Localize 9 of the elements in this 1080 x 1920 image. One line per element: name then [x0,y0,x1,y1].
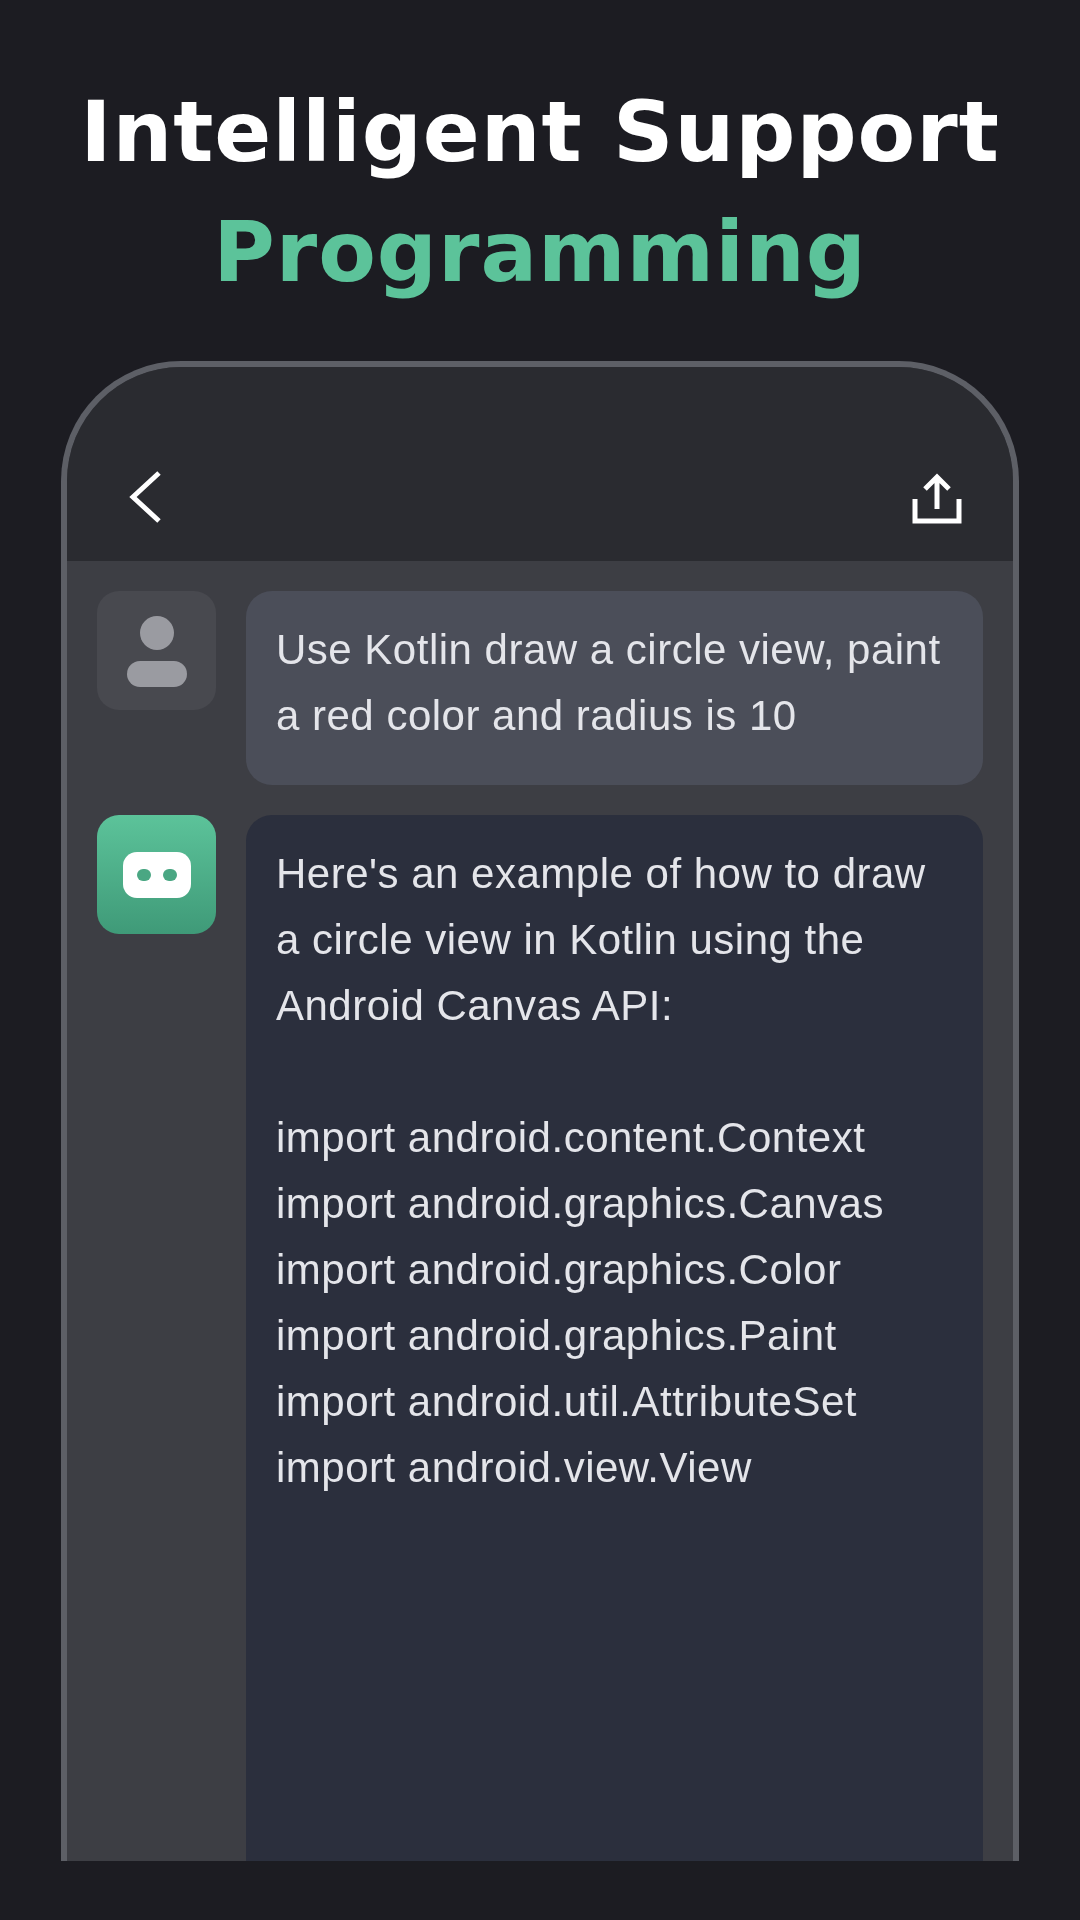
message-text: Here's an example of how to draw a circle view in Kotlin using the Android Canvas API: [276,849,927,1031]
message-text: import android.content.Context import android.graphics.Canvas import android.graphics.Color import android.graphics.Paint import android.util.AttributeSet import android.view.View [276,1113,885,1493]
share-icon[interactable] [911,473,963,525]
robot-face-icon [120,849,193,900]
message-text: Use Kotlin draw a circle view, paint a red color and radius is 10 [276,625,942,741]
back-icon[interactable] [127,469,163,525]
headline-subtitle: Programming [213,202,867,303]
headline-title: Intelligent Support [80,82,1000,183]
person-icon [125,614,188,687]
